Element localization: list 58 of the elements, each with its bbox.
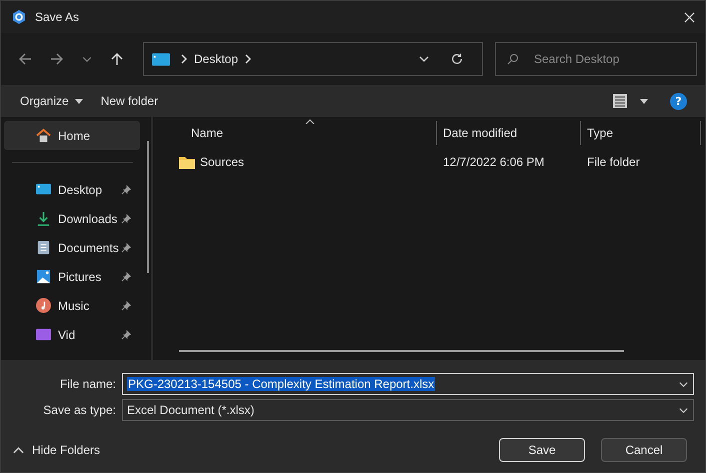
file-name[interactable]: Sources — [200, 155, 244, 169]
date-cell-text: 12/7/2022 6:06 PM — [442, 155, 546, 169]
document-icon — [36, 240, 51, 255]
sidebar-label: Music — [58, 298, 90, 312]
window-title: Save As — [35, 10, 80, 24]
new-folder-button[interactable]: New folder — [92, 90, 168, 112]
sidebar-item[interactable]: Music — [4, 291, 140, 320]
refresh-icon[interactable] — [450, 52, 464, 66]
back-arrow-icon[interactable] — [17, 51, 33, 67]
caret-icon[interactable] — [640, 98, 648, 104]
app-logo-icon — [11, 9, 27, 25]
type-cell-text: File folder — [586, 155, 641, 169]
music-note-icon — [36, 298, 51, 313]
sidebar-item[interactable]: Downloads — [4, 204, 140, 233]
file-type-dropdown[interactable]: Excel Document (*.xlsx) — [122, 399, 694, 421]
sidebar-item[interactable]: Vid — [4, 320, 140, 349]
column-header[interactable]: Date modified — [437, 121, 581, 145]
scrollbar[interactable] — [179, 350, 624, 352]
desktop-icon — [36, 182, 51, 197]
folder-icon — [179, 156, 195, 168]
sidebar-label: Home — [58, 128, 92, 142]
close-icon[interactable] — [684, 12, 695, 22]
address-bar[interactable]: Desktop — [143, 42, 483, 76]
sidebar-item[interactable]: Desktop — [4, 175, 140, 204]
organize-menu[interactable]: Organize — [11, 90, 92, 112]
save-button[interactable]: Save — [499, 438, 585, 462]
column-header[interactable]: Name — [153, 121, 437, 145]
caret-icon — [74, 98, 83, 104]
column-header[interactable]: Type — [581, 121, 701, 145]
help-button[interactable]: ? — [670, 92, 687, 110]
sidebar-item[interactable]: Pictures — [4, 262, 140, 291]
breadcrumb[interactable]: Desktop — [194, 52, 238, 66]
sort-caret-icon — [305, 119, 315, 124]
video-icon — [36, 327, 51, 342]
cancel-button[interactable]: Cancel — [601, 438, 687, 462]
up-arrow-icon[interactable] — [109, 51, 125, 67]
file-name-field[interactable]: PKG-230213-154505 - Complexity Estimation Report.xlsx — [122, 373, 694, 395]
sidebar-label: Vid — [58, 328, 76, 342]
house-icon — [36, 128, 51, 143]
sidebar-label: Downloads — [58, 212, 118, 226]
field-label: Save as type: — [42, 403, 117, 417]
search-field[interactable]: Search Desktop — [495, 42, 697, 76]
view-list-icon[interactable] — [612, 93, 628, 109]
field-label: File name: — [58, 377, 117, 391]
chevron-right-icon — [180, 54, 188, 64]
forward-arrow-icon[interactable] — [49, 51, 65, 67]
sidebar-item[interactable]: Documents — [4, 233, 140, 262]
chevron-right-icon[interactable] — [244, 54, 252, 64]
chevron-up-icon — [13, 446, 24, 454]
sidebar-label: Desktop — [58, 182, 104, 196]
sidebar-label: Documents — [58, 240, 120, 254]
sidebar-label: Pictures — [58, 270, 102, 284]
hide-folders-button[interactable]: Hide Folders — [13, 443, 100, 457]
search-icon — [507, 53, 519, 65]
desktop-icon — [152, 52, 170, 66]
sidebar-item[interactable]: Home — [4, 121, 140, 150]
picture-icon — [36, 269, 51, 284]
download-icon — [36, 211, 51, 226]
